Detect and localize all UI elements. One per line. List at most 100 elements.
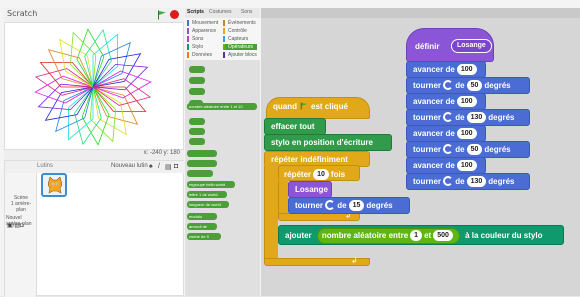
block-categories: Mouvement Apparence Sons Stylo Données É… xyxy=(185,18,260,60)
palette-block-mod[interactable]: modulo xyxy=(187,213,217,220)
block-palette: nombre aléatoire entre 1 et 10 regroupe … xyxy=(185,60,260,296)
move-steps-input[interactable]: 100 xyxy=(456,160,477,171)
turn-unit: degrés xyxy=(484,81,511,90)
when-flag-label: quand est cliqué xyxy=(273,102,348,111)
cat-sprite-icon xyxy=(47,177,63,194)
category-sensing[interactable]: Capteurs xyxy=(223,36,248,42)
mouse-coordinates: x: -240 y: 180 xyxy=(143,150,180,156)
define-name: Losange xyxy=(451,39,492,53)
sprite-pane: Lutins Nouveau lutin ♠ / ▤ ◘ Scène 1 arri… xyxy=(4,160,185,297)
turn-block[interactable]: tourner de 15 degrés xyxy=(288,197,410,214)
change-pen-color-block[interactable]: ajouter nombre aléatoire entre 1 et 500 à l… xyxy=(278,225,564,245)
rotate-left-icon xyxy=(443,112,454,122)
loop-arrow-icon: ↲ xyxy=(351,256,358,265)
palette-block[interactable] xyxy=(189,88,205,95)
palette-block-join[interactable]: regroupe hello world xyxy=(187,181,235,188)
palette-block[interactable] xyxy=(189,138,205,145)
move-steps-input[interactable]: 100 xyxy=(456,64,477,75)
forever-bottom: ↲ xyxy=(264,256,370,266)
move-steps-input[interactable]: 100 xyxy=(456,96,477,107)
category-pen[interactable]: Stylo xyxy=(187,44,203,50)
move-steps-input[interactable]: 100 xyxy=(456,128,477,139)
category-operators[interactable]: Opérateurs xyxy=(223,44,258,50)
move-label: avancer de xyxy=(413,97,455,106)
tab-scripts[interactable]: Scripts xyxy=(187,9,204,15)
change-color-label: ajouter xyxy=(285,231,312,240)
define-label: définir xyxy=(415,42,440,51)
palette-block-length[interactable]: longueur de world xyxy=(187,201,229,208)
palette-block[interactable] xyxy=(189,66,205,73)
category-data[interactable]: Données xyxy=(187,52,212,58)
clear-block[interactable]: effacer tout xyxy=(264,118,326,135)
stage-column[interactable]: Scène 1 arrière-plan Nouvel arrière-plan … xyxy=(5,173,37,297)
repeat-arm xyxy=(278,180,288,214)
move-steps-block[interactable]: avancer de 100 xyxy=(406,61,486,78)
when-flag-clicked-block[interactable]: quand est cliqué xyxy=(266,97,370,119)
palette-block[interactable] xyxy=(189,118,205,125)
pen-trace xyxy=(37,83,94,111)
turn-degrees-block[interactable]: tourner de 50 degrés xyxy=(406,77,530,94)
brush-icon[interactable]: / xyxy=(158,163,160,170)
paint-sprite-icon[interactable]: ♠ xyxy=(149,163,153,170)
define-block[interactable]: définir Losange xyxy=(406,28,494,62)
green-flag-icon[interactable] xyxy=(157,10,167,20)
turn-label: tourner xyxy=(413,113,441,122)
random-from-input[interactable]: 1 xyxy=(410,230,423,241)
repeat-count-input[interactable]: 10 xyxy=(313,169,329,180)
tab-sounds[interactable]: Sons xyxy=(241,9,252,15)
turn-unit: degrés xyxy=(488,177,515,186)
turn-degrees-input[interactable]: 50 xyxy=(466,80,483,91)
move-steps-block[interactable]: avancer de 100 xyxy=(406,157,486,174)
camera-icon[interactable]: ◘ xyxy=(174,163,178,170)
palette-block[interactable] xyxy=(187,170,213,177)
turn-degrees-block[interactable]: tourner de 130 degrés xyxy=(406,109,530,126)
palette-block[interactable] xyxy=(187,160,217,167)
palette-block-letter[interactable]: lettre 1 de world xyxy=(187,191,227,198)
palette-block-random[interactable]: nombre aléatoire entre 1 et 10 xyxy=(187,103,257,110)
turn-degrees-input[interactable]: 50 xyxy=(466,144,483,155)
turn-degrees-input[interactable]: 130 xyxy=(466,112,487,123)
turn-unit: degrés xyxy=(488,113,515,122)
pen-trace xyxy=(92,86,147,112)
category-control[interactable]: Contrôle xyxy=(223,28,247,34)
turn-degrees-input[interactable]: 15 xyxy=(348,200,365,211)
category-sound[interactable]: Sons xyxy=(187,36,203,42)
turn-label: tourner xyxy=(413,145,441,154)
pen-trace xyxy=(39,62,94,88)
rotate-left-icon xyxy=(443,176,454,186)
stop-icon[interactable] xyxy=(170,10,179,19)
turn-degrees-block[interactable]: tourner de 130 degrés xyxy=(406,173,530,190)
move-steps-block[interactable]: avancer de 100 xyxy=(406,125,486,142)
move-steps-block[interactable]: avancer de 100 xyxy=(406,93,486,110)
upload-icon[interactable]: ▤ xyxy=(165,163,172,171)
turn-label: tourner xyxy=(413,177,441,186)
call-label: Losange xyxy=(295,185,328,194)
category-events[interactable]: Événements xyxy=(223,20,256,26)
turn-degrees-block[interactable]: tourner de 50 degrés xyxy=(406,141,530,158)
category-motion[interactable]: Mouvement xyxy=(187,20,218,26)
stage-canvas[interactable] xyxy=(4,22,184,150)
palette-block[interactable] xyxy=(189,77,205,84)
category-looks[interactable]: Apparence xyxy=(187,28,216,34)
turn-label: tourner xyxy=(413,81,441,90)
random-operator-block[interactable]: nombre aléatoire entre 1 et 500 xyxy=(316,228,460,244)
palette-block-round[interactable]: arrondi de xyxy=(187,223,217,230)
pen-trace xyxy=(92,53,142,88)
new-backdrop-icons[interactable]: ▣/▤◘ xyxy=(7,222,24,229)
pen-trace xyxy=(92,33,118,88)
palette-block[interactable] xyxy=(187,150,217,157)
pen-trace xyxy=(92,86,127,136)
move-label: avancer de xyxy=(413,65,455,74)
tab-costumes[interactable]: Costumes xyxy=(209,9,232,15)
category-more-blocks[interactable]: Ajouter blocs xyxy=(223,52,257,58)
sprite-thumbnail[interactable] xyxy=(41,173,67,197)
repeat-block[interactable]: répéter 10 fois xyxy=(278,165,360,181)
palette-block[interactable] xyxy=(189,128,205,135)
repeat-bottom: ↲ xyxy=(278,211,360,221)
random-to-input[interactable]: 500 xyxy=(433,230,453,241)
palette-block-sqrt[interactable]: racine de 9 xyxy=(187,233,221,240)
pen-trace xyxy=(69,31,97,88)
call-losange-block[interactable]: Losange xyxy=(288,181,332,198)
pen-down-block[interactable]: stylo en position d'écriture xyxy=(264,134,392,151)
turn-degrees-input[interactable]: 130 xyxy=(466,176,487,187)
